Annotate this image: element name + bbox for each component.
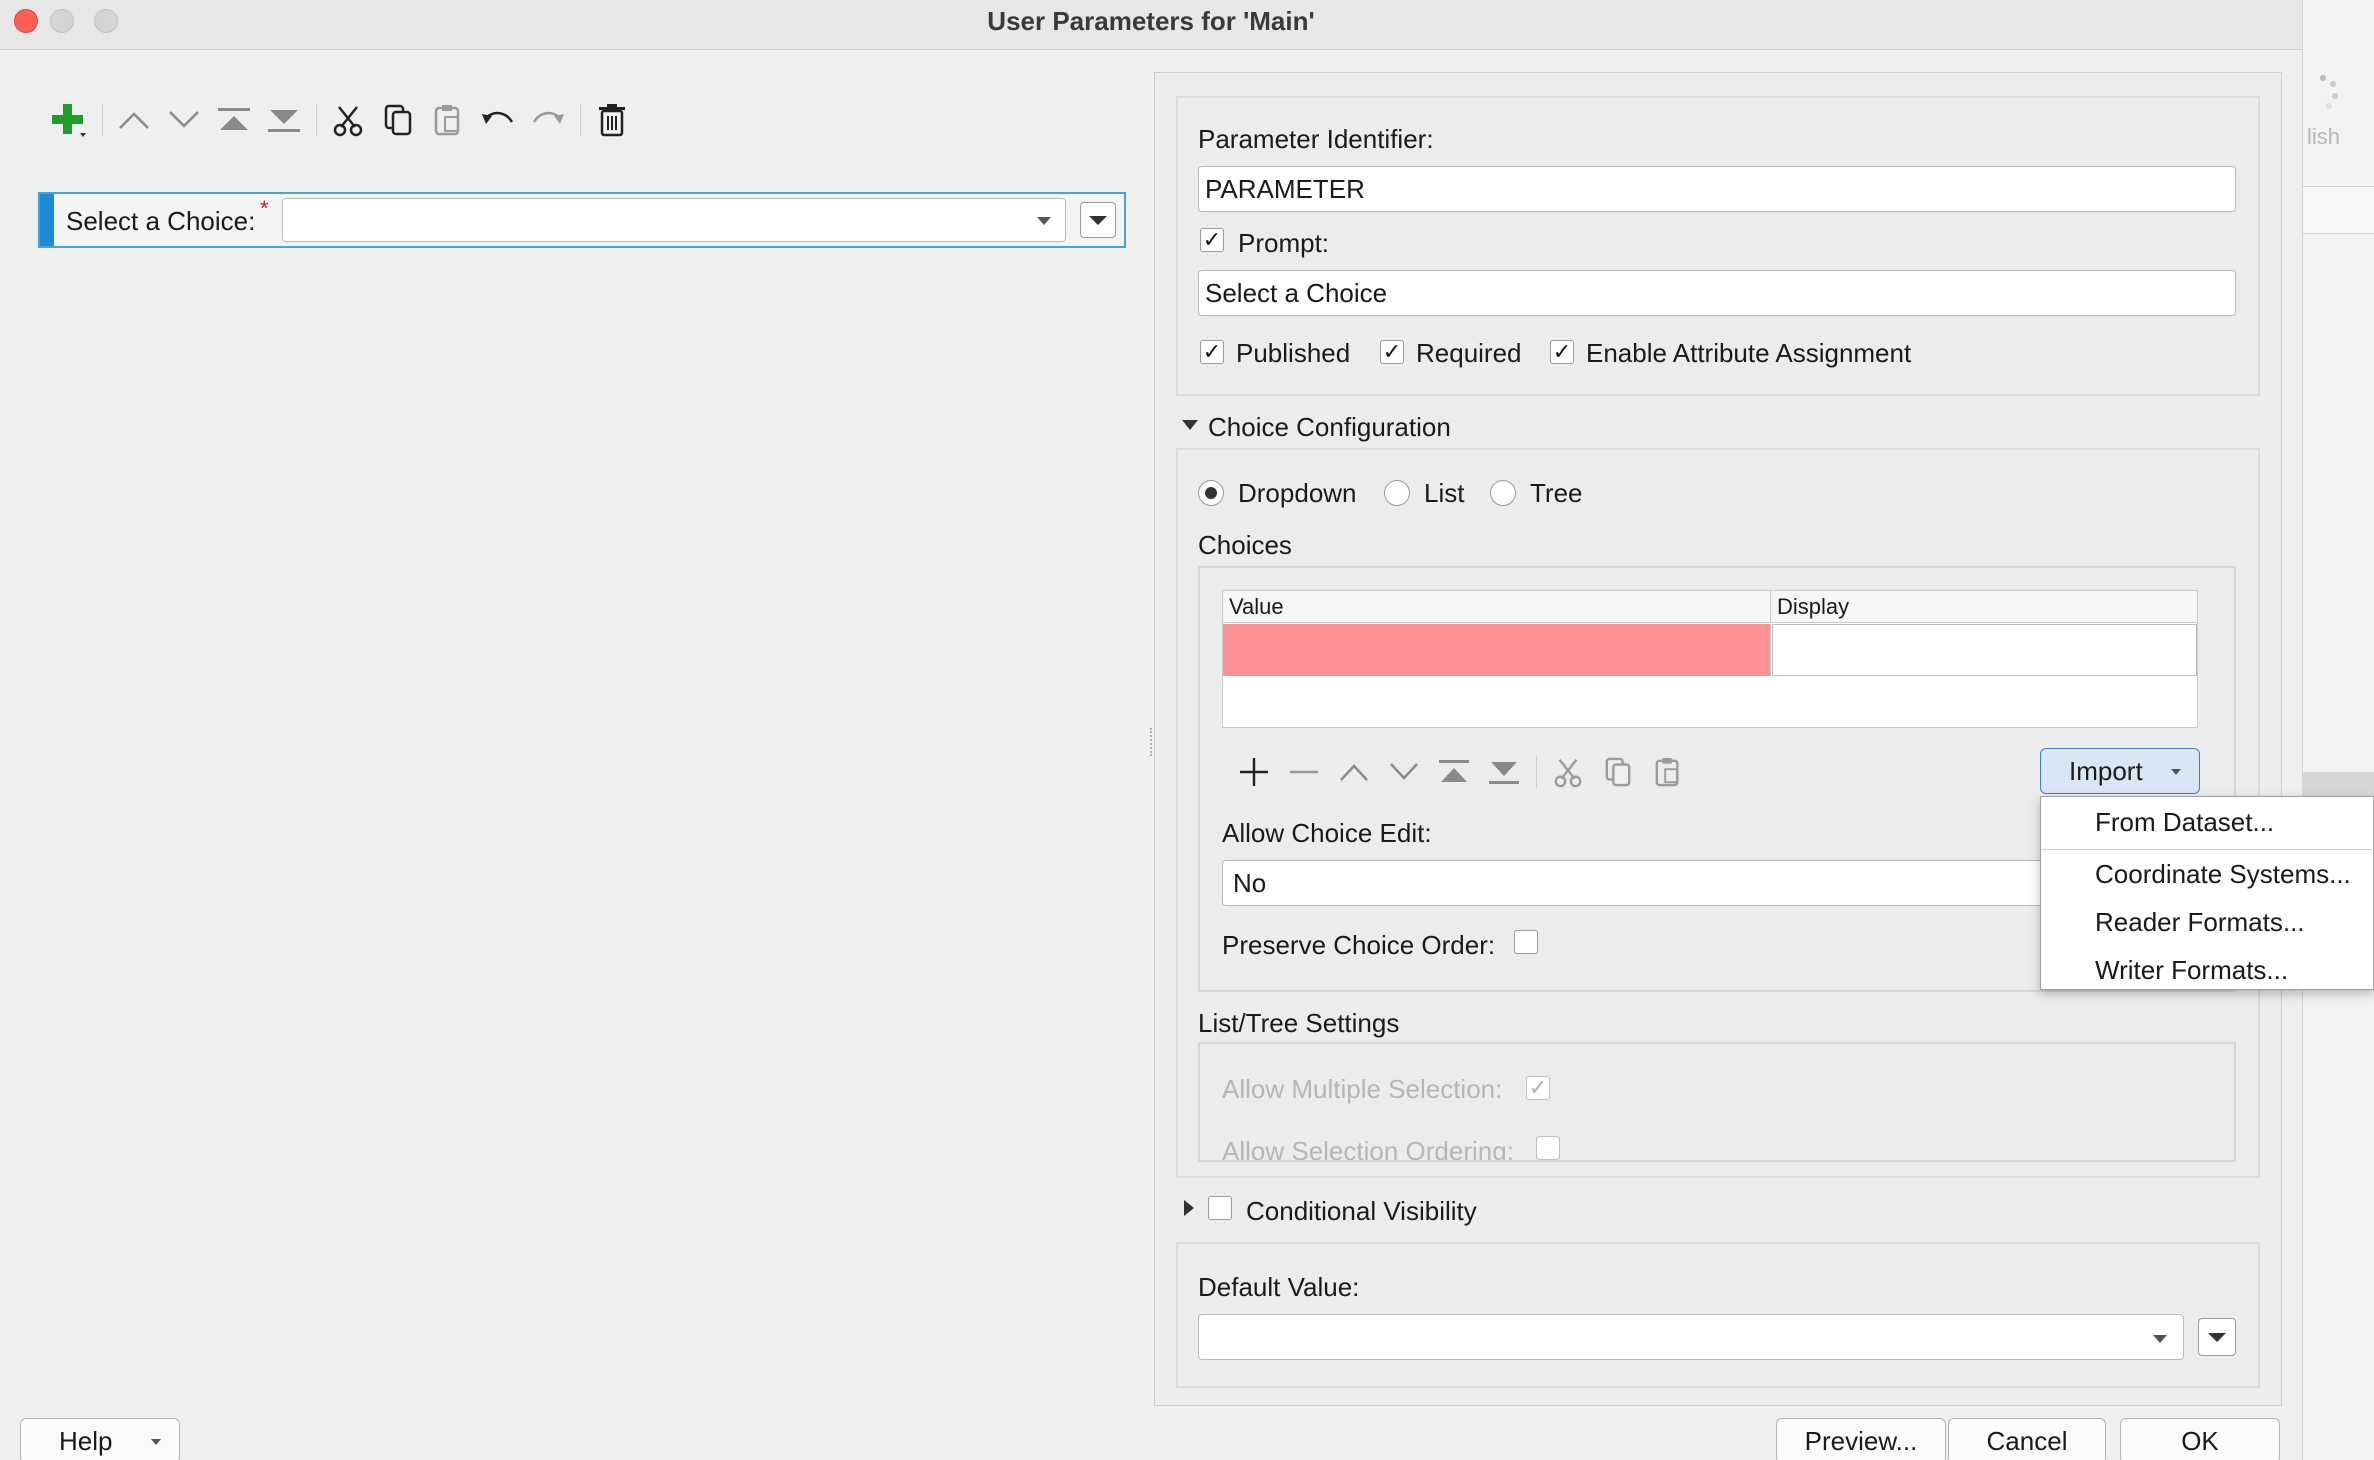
drag-handle[interactable] xyxy=(40,194,54,246)
identifier-label: Parameter Identifier: xyxy=(1198,124,1434,154)
required-label: Required xyxy=(1416,338,1522,368)
help-button[interactable]: Help xyxy=(20,1418,180,1460)
collapse-triangle-icon[interactable] xyxy=(1182,420,1198,430)
import-menu: From Dataset... Coordinate Systems... Re… xyxy=(2040,796,2374,990)
prompt-label: Prompt: xyxy=(1238,228,1330,258)
enable-attribute-assignment-label: Enable Attribute Assignment xyxy=(1586,338,1912,368)
row-cut-icon[interactable] xyxy=(1546,750,1590,794)
chevron-down-icon xyxy=(1089,215,1107,225)
radio-dropdown[interactable] xyxy=(1198,480,1224,506)
allow-selection-ordering-checkbox[interactable] xyxy=(1536,1136,1560,1160)
preserve-choice-order-label: Preserve Choice Order: xyxy=(1222,930,1496,960)
conditional-visibility-label: Conditional Visibility xyxy=(1246,1196,1477,1226)
move-up-icon[interactable] xyxy=(112,98,156,142)
cancel-button[interactable]: Cancel xyxy=(1948,1418,2106,1460)
radio-tree[interactable] xyxy=(1490,480,1516,506)
redo-icon[interactable] xyxy=(526,98,570,142)
row-bottom-icon[interactable] xyxy=(1482,750,1526,794)
delete-icon[interactable] xyxy=(590,98,634,142)
menu-item-writer-formats[interactable]: Writer Formats... xyxy=(2095,955,2288,986)
undo-icon[interactable] xyxy=(476,98,520,142)
menu-item-from-dataset[interactable]: From Dataset... xyxy=(2095,807,2274,838)
move-down-icon[interactable] xyxy=(162,98,206,142)
row-down-icon[interactable] xyxy=(1382,750,1426,794)
remove-row-icon[interactable] xyxy=(1282,750,1326,794)
spinner-icon xyxy=(2320,75,2338,109)
background-window-text: lish xyxy=(2307,124,2341,149)
prompt-input[interactable]: Select a Choice xyxy=(1198,270,2236,316)
allow-multiple-selection-checkbox[interactable]: ✓ xyxy=(1526,1076,1550,1100)
cut-icon[interactable] xyxy=(326,98,370,142)
choices-label: Choices xyxy=(1198,530,1292,560)
table-cell-display[interactable] xyxy=(1772,624,2197,676)
default-value-menu-button[interactable] xyxy=(2198,1318,2236,1356)
published-label: Published xyxy=(1236,338,1351,368)
column-header-value[interactable]: Value xyxy=(1223,591,1771,623)
parameter-menu-button[interactable] xyxy=(1080,202,1116,238)
row-up-icon[interactable] xyxy=(1332,750,1376,794)
required-marker: * xyxy=(260,196,269,221)
paste-icon[interactable] xyxy=(426,98,470,142)
list-tree-settings-group: Allow Multiple Selection: ✓ Allow Select… xyxy=(1198,1042,2236,1162)
radio-list[interactable] xyxy=(1384,480,1410,506)
preview-button[interactable]: Preview... xyxy=(1776,1418,1946,1460)
chevron-down-icon xyxy=(2153,1335,2167,1343)
menu-item-coordinate-systems[interactable]: Coordinate Systems... xyxy=(2095,859,2351,890)
row-paste-icon[interactable] xyxy=(1646,750,1690,794)
menu-item-reader-formats[interactable]: Reader Formats... xyxy=(2095,907,2305,938)
menu-divider xyxy=(2041,849,2374,850)
row-top-icon[interactable] xyxy=(1432,750,1476,794)
import-button[interactable]: Import xyxy=(2040,748,2200,794)
expand-triangle-icon[interactable] xyxy=(1184,1200,1194,1216)
allow-selection-ordering-label: Allow Selection Ordering: xyxy=(1222,1136,1514,1162)
add-parameter-icon[interactable] xyxy=(46,98,90,142)
enable-attribute-assignment-checkbox[interactable]: ✓ xyxy=(1550,340,1574,364)
chevron-down-icon xyxy=(2171,769,2181,775)
identifier-input[interactable]: PARAMETER xyxy=(1198,166,2236,212)
chevron-down-icon xyxy=(151,1439,161,1445)
published-checkbox[interactable]: ✓ xyxy=(1200,340,1224,364)
required-checkbox[interactable]: ✓ xyxy=(1380,340,1404,364)
default-value-label: Default Value: xyxy=(1198,1272,1360,1302)
radio-list-label: List xyxy=(1424,478,1465,508)
choices-table[interactable]: Value Display xyxy=(1222,590,2198,728)
allow-multiple-selection-label: Allow Multiple Selection: xyxy=(1222,1074,1503,1104)
allow-choice-edit-label: Allow Choice Edit: xyxy=(1222,818,1432,848)
copy-icon[interactable] xyxy=(376,98,420,142)
add-row-icon[interactable] xyxy=(1232,750,1276,794)
splitter-grip[interactable] xyxy=(1150,728,1152,756)
radio-dropdown-label: Dropdown xyxy=(1238,478,1357,508)
list-tree-settings-title: List/Tree Settings xyxy=(1198,1008,1400,1038)
preserve-choice-order-checkbox[interactable] xyxy=(1514,930,1538,954)
parameter-choice-dropdown[interactable] xyxy=(282,198,1066,242)
table-cell-value[interactable] xyxy=(1223,624,1771,676)
chevron-down-icon xyxy=(1037,217,1051,225)
parameter-prompt-label: Select a Choice: xyxy=(66,206,256,236)
prompt-checkbox[interactable]: ✓ xyxy=(1200,228,1224,252)
radio-tree-label: Tree xyxy=(1530,478,1583,508)
title-bar: User Parameters for 'Main' xyxy=(0,0,2302,50)
chevron-down-icon xyxy=(2208,1332,2226,1342)
choice-configuration-title[interactable]: Choice Configuration xyxy=(1208,412,1451,443)
move-to-bottom-icon[interactable] xyxy=(262,98,306,142)
user-parameters-dialog: User Parameters for 'Main' Select a Choi… xyxy=(0,0,2302,1460)
conditional-visibility-checkbox[interactable] xyxy=(1208,1196,1232,1220)
move-to-top-icon[interactable] xyxy=(212,98,256,142)
column-header-display[interactable]: Display xyxy=(1771,591,2197,623)
background-window: lish xyxy=(2302,0,2374,1460)
window-title: User Parameters for 'Main' xyxy=(987,6,1315,36)
parameter-row-select-a-choice[interactable]: Select a Choice: * xyxy=(38,192,1126,248)
default-value-dropdown[interactable] xyxy=(1198,1314,2184,1360)
row-copy-icon[interactable] xyxy=(1596,750,1640,794)
ok-button[interactable]: OK xyxy=(2120,1418,2280,1460)
